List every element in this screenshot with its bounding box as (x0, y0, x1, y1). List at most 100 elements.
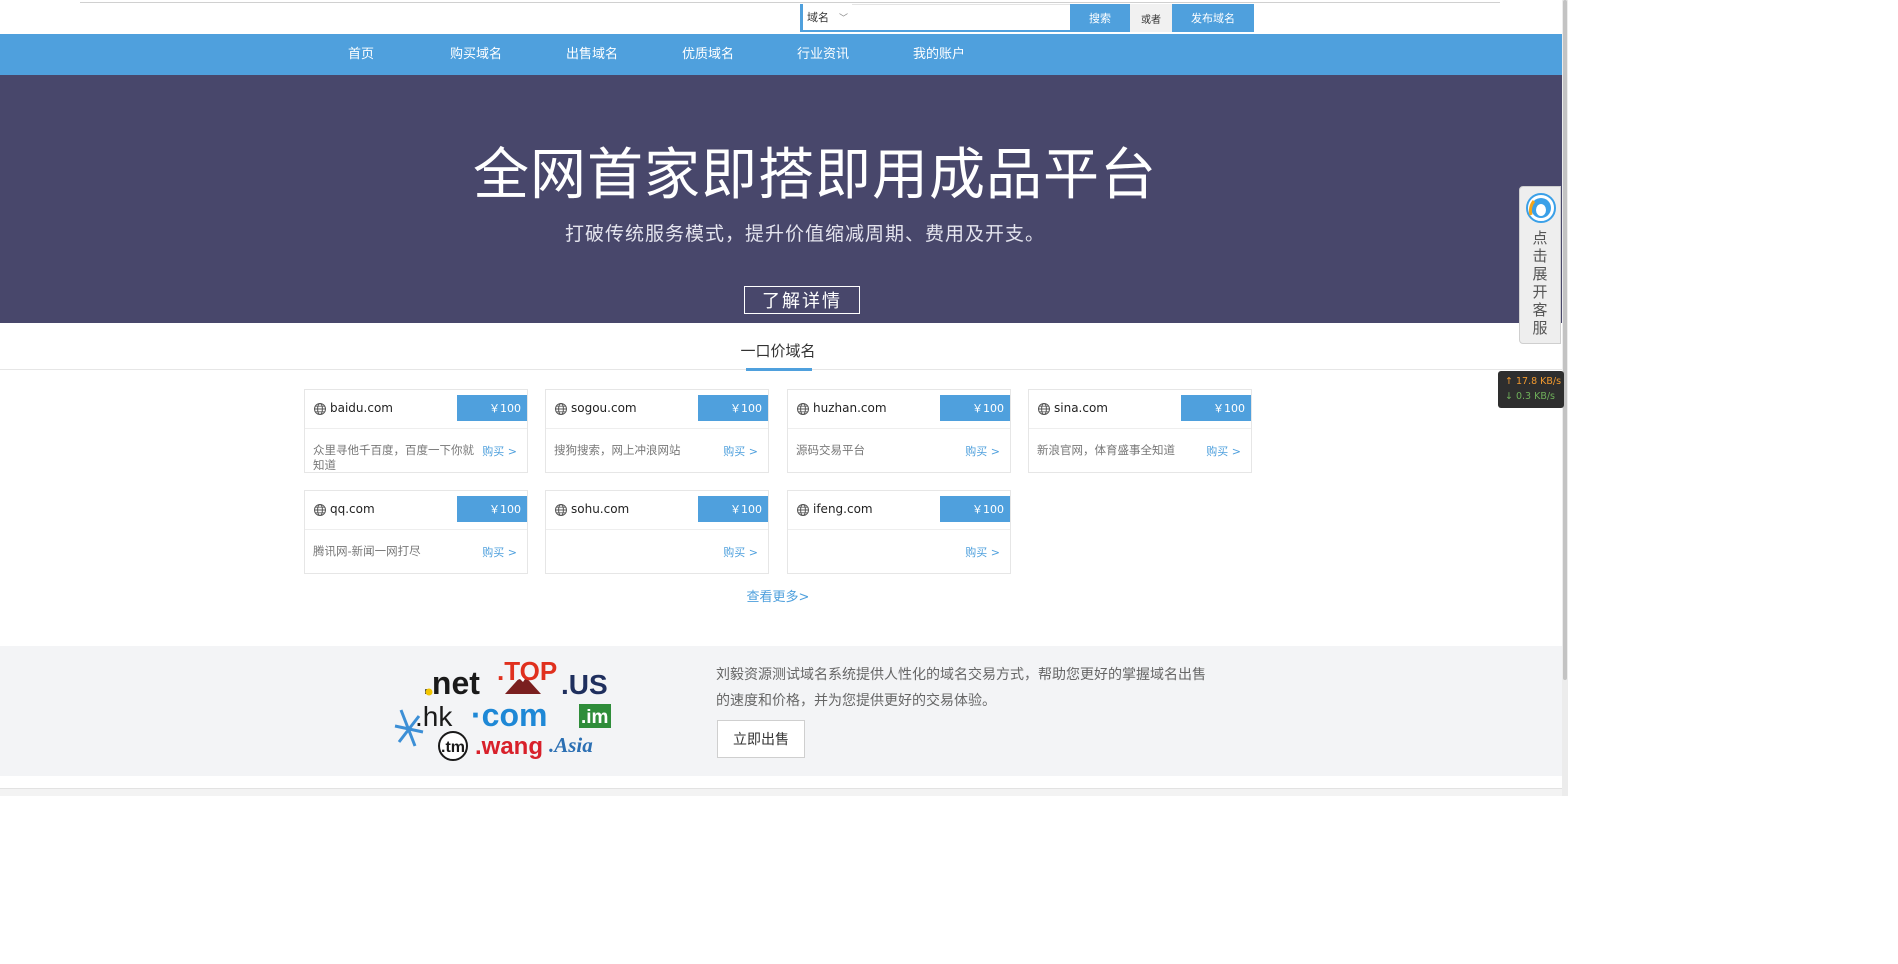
nav-item-home[interactable]: 首页 (348, 34, 374, 75)
section-title-underline (746, 368, 812, 371)
domain-price: ￥100 (698, 496, 768, 522)
search-type-label: 域名 (807, 11, 829, 24)
search-button[interactable]: 搜索 (1070, 4, 1130, 32)
domain-price: ￥100 (698, 395, 768, 421)
im-logo-text: .im (581, 707, 608, 728)
buy-link[interactable]: 购买 > (723, 443, 758, 459)
globe-icon (314, 403, 326, 415)
domain-card-header: sohu.com ￥100 (546, 491, 768, 530)
domain-description: 众里寻他千百度，百度一下你就知道 (313, 443, 474, 472)
customer-service-label: 点击展开客服 (1532, 229, 1548, 337)
scrollbar-thumb[interactable] (1563, 0, 1567, 680)
buy-link[interactable]: 购买 > (965, 443, 1000, 459)
tm-logo-text: .tm (441, 739, 465, 756)
domain-suffix-logos: .net .TOP .US .hk ·com .im .tm .wang .As… (394, 656, 611, 761)
sell-now-button[interactable]: 立即出售 (717, 720, 805, 758)
nav-item-sell-domain[interactable]: 出售域名 (566, 34, 618, 75)
domain-description: 新浪官网，体育盛事全知道 (1037, 443, 1175, 457)
hero-title: 全网首家即搭即用成品平台 (473, 143, 1157, 208)
footer-divider (0, 788, 1568, 796)
domain-card[interactable]: ifeng.com ￥100 购买 > (787, 490, 1011, 574)
globe-icon (314, 504, 326, 516)
domain-card[interactable]: sohu.com ￥100 购买 > (545, 490, 769, 574)
globe-icon (1038, 403, 1050, 415)
wang-logo: .wang (475, 733, 543, 760)
chevron-down-icon: ﹀ (838, 13, 848, 24)
sell-promo-band: .net .TOP .US .hk ·com .im .tm .wang .As… (0, 646, 1562, 776)
section-title: 一口价域名 (740, 342, 816, 360)
download-speed: ↓ 0.3 KB/s (1505, 391, 1556, 402)
domain-name[interactable]: huzhan.com (813, 401, 887, 415)
main-nav: 首页 购买域名 出售域名 优质域名 行业资讯 我的账户 (0, 34, 1562, 75)
top-logo: .TOP (497, 656, 557, 694)
tm-logo: .tm (438, 731, 468, 761)
domain-card-header: ifeng.com ￥100 (788, 491, 1010, 530)
com-logo: ·com (471, 697, 547, 733)
hk-logo-text: .hk (415, 701, 453, 732)
buy-link[interactable]: 购买 > (723, 544, 758, 560)
domain-name[interactable]: baidu.com (330, 401, 393, 415)
domain-name[interactable]: sina.com (1054, 401, 1108, 415)
publish-domain-button[interactable]: 发布域名 (1172, 4, 1254, 32)
domain-description: 搜狗搜索，网上冲浪网站 (554, 443, 681, 457)
domain-card[interactable]: sogou.com ￥100 搜狗搜索，网上冲浪网站 购买 > (545, 389, 769, 473)
net-logo-text: .net (423, 665, 480, 701)
domain-card-header: sina.com ￥100 (1029, 390, 1251, 429)
domain-description: 源码交易平台 (796, 443, 865, 457)
domain-card[interactable]: huzhan.com ￥100 源码交易平台 购买 > (787, 389, 1011, 473)
asia-logo-text: .Asia (549, 733, 593, 757)
com-logo-text: ·com (471, 697, 547, 733)
nav-item-industry-news[interactable]: 行业资讯 (797, 34, 849, 75)
globe-icon (797, 504, 809, 516)
domain-card-header: huzhan.com ￥100 (788, 390, 1010, 429)
nav-item-my-account[interactable]: 我的账户 (913, 34, 965, 75)
buy-link[interactable]: 购买 > (965, 544, 1000, 560)
domain-card[interactable]: baidu.com ￥100 众里寻他千百度，百度一下你就知道 购买 > (304, 389, 528, 473)
domain-price: ￥100 (457, 496, 527, 522)
domain-card[interactable]: sina.com ￥100 新浪官网，体育盛事全知道 购买 > (1028, 389, 1252, 473)
search-bar: 域名 ﹀ 搜索 或者 发布域名 (800, 4, 1254, 32)
domain-name[interactable]: sogou.com (571, 401, 637, 415)
browser-edge (80, 0, 1500, 3)
buy-link[interactable]: 购买 > (482, 544, 517, 560)
top-search-strip: 域名 ﹀ 搜索 或者 发布域名 (0, 0, 1562, 34)
globe-icon (555, 504, 567, 516)
domain-card-header: baidu.com ￥100 (305, 390, 527, 429)
search-type-select[interactable]: 域名 ﹀ (800, 4, 852, 32)
domain-card[interactable]: qq.com ￥100 腾讯网-新闻一网打尽 购买 > (304, 490, 528, 574)
upload-speed: ↑ 17.8 KB/s (1505, 376, 1562, 387)
domain-name[interactable]: qq.com (330, 502, 375, 516)
hero-banner: 全网首家即搭即用成品平台 打破传统服务模式，提升价值缩减周期、费用及开支。 了解… (0, 75, 1562, 323)
page: 域名 ﹀ 搜索 或者 发布域名 首页 购买域名 出售域名 优质域名 行业资讯 我… (0, 0, 1568, 796)
nav-item-buy-domain[interactable]: 购买域名 (450, 34, 502, 75)
im-logo: .im (579, 704, 611, 728)
domain-price: ￥100 (1181, 395, 1251, 421)
view-more-link[interactable]: 查看更多> (700, 586, 856, 605)
learn-more-button[interactable]: 了解详情 (744, 286, 860, 314)
globe-icon (797, 403, 809, 415)
domain-price: ￥100 (940, 395, 1010, 421)
domain-name[interactable]: ifeng.com (813, 502, 873, 516)
hero-subtitle: 打破传统服务模式，提升价值缩减周期、费用及开支。 (564, 223, 1045, 245)
buy-link[interactable]: 购买 > (482, 443, 517, 459)
top-logo-text: .TOP (497, 656, 557, 686)
or-label: 或者 (1130, 4, 1172, 32)
us-logo: .US (561, 669, 608, 700)
nav-item-premium-domain[interactable]: 优质域名 (682, 34, 734, 75)
network-speed-overlay: ↑ 17.8 KB/s ↓ 0.3 KB/s (1498, 371, 1564, 408)
net-logo: .net (423, 665, 480, 701)
domain-name[interactable]: sohu.com (571, 502, 629, 516)
domain-card-header: qq.com ￥100 (305, 491, 527, 530)
qq-penguin-icon (1526, 193, 1556, 223)
globe-icon (555, 403, 567, 415)
asia-logo: .Asia (549, 733, 593, 757)
search-input[interactable] (852, 4, 1070, 32)
promo-description: 刘毅资源测试域名系统提供人性化的域名交易方式，帮助您更好的掌握域名出售的速度和价… (716, 667, 1206, 709)
customer-service-widget[interactable]: 点击展开客服 (1519, 186, 1561, 344)
domain-description: 腾讯网-新闻一网打尽 (313, 544, 421, 558)
domain-price: ￥100 (457, 395, 527, 421)
buy-link[interactable]: 购买 > (1206, 443, 1241, 459)
domain-card-header: sogou.com ￥100 (546, 390, 768, 429)
domain-price: ￥100 (940, 496, 1010, 522)
wang-logo-text: .wang (475, 733, 543, 760)
